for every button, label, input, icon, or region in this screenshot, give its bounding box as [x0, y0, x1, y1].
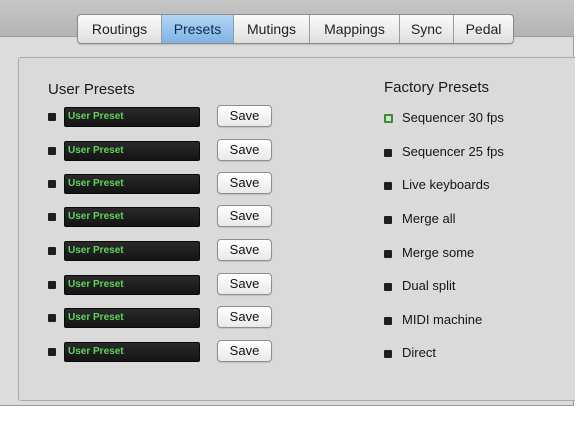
- tab-presets[interactable]: Presets: [162, 15, 234, 43]
- led-indicator-icon: [384, 317, 392, 325]
- led-indicator-icon: [48, 247, 56, 255]
- save-button[interactable]: Save: [217, 172, 272, 194]
- factory-preset-label: Merge some: [402, 245, 475, 260]
- led-indicator-icon: [48, 314, 56, 322]
- user-preset-name-field[interactable]: User Preset: [64, 342, 200, 362]
- save-button[interactable]: Save: [217, 239, 272, 261]
- factory-presets-heading: Factory Presets: [384, 79, 490, 96]
- save-button[interactable]: Save: [217, 273, 272, 295]
- tab-mutings[interactable]: Mutings: [234, 15, 310, 43]
- led-indicator-icon: [48, 213, 56, 221]
- led-indicator-icon: [48, 180, 56, 188]
- led-indicator-icon: [48, 348, 56, 356]
- user-preset-name-field[interactable]: User Preset: [64, 308, 200, 328]
- tab-routings[interactable]: Routings: [78, 15, 162, 43]
- led-indicator-icon: [384, 250, 392, 258]
- tab-mappings[interactable]: Mappings: [310, 15, 400, 43]
- user-preset-name-field[interactable]: User Preset: [64, 207, 200, 227]
- save-button[interactable]: Save: [217, 139, 272, 161]
- user-presets-heading: User Presets: [48, 81, 135, 98]
- save-button[interactable]: Save: [217, 105, 272, 127]
- led-indicator-icon: [384, 216, 392, 224]
- user-preset-name-field[interactable]: User Preset: [64, 141, 200, 161]
- factory-preset-label: Merge all: [402, 211, 456, 226]
- led-indicator-icon: [48, 281, 56, 289]
- save-button[interactable]: Save: [217, 205, 272, 227]
- save-button[interactable]: Save: [217, 306, 272, 328]
- user-preset-name-field[interactable]: User Preset: [64, 174, 200, 194]
- factory-preset-label: MIDI machine: [402, 312, 483, 327]
- tab-pedal[interactable]: Pedal: [454, 15, 513, 43]
- tab-bar: Routings Presets Mutings Mappings Sync P…: [77, 14, 514, 44]
- factory-preset-label: Dual split: [402, 278, 456, 293]
- led-indicator-icon: [384, 350, 392, 358]
- led-indicator-icon: [384, 283, 392, 291]
- factory-preset-label: Sequencer 25 fps: [402, 144, 504, 159]
- factory-preset-label: Direct: [402, 345, 436, 360]
- user-preset-name-field[interactable]: User Preset: [64, 241, 200, 261]
- selected-led-icon: [384, 114, 393, 123]
- save-button[interactable]: Save: [217, 340, 272, 362]
- led-indicator-icon: [48, 113, 56, 121]
- led-indicator-icon: [48, 147, 56, 155]
- user-preset-name-field[interactable]: User Preset: [64, 275, 200, 295]
- led-indicator-icon: [384, 182, 392, 190]
- user-preset-name-field[interactable]: User Preset: [64, 107, 200, 127]
- tab-sync[interactable]: Sync: [400, 15, 454, 43]
- factory-preset-label: Sequencer 30 fps: [402, 110, 504, 125]
- factory-preset-label: Live keyboards: [402, 177, 490, 192]
- led-indicator-icon: [384, 149, 392, 157]
